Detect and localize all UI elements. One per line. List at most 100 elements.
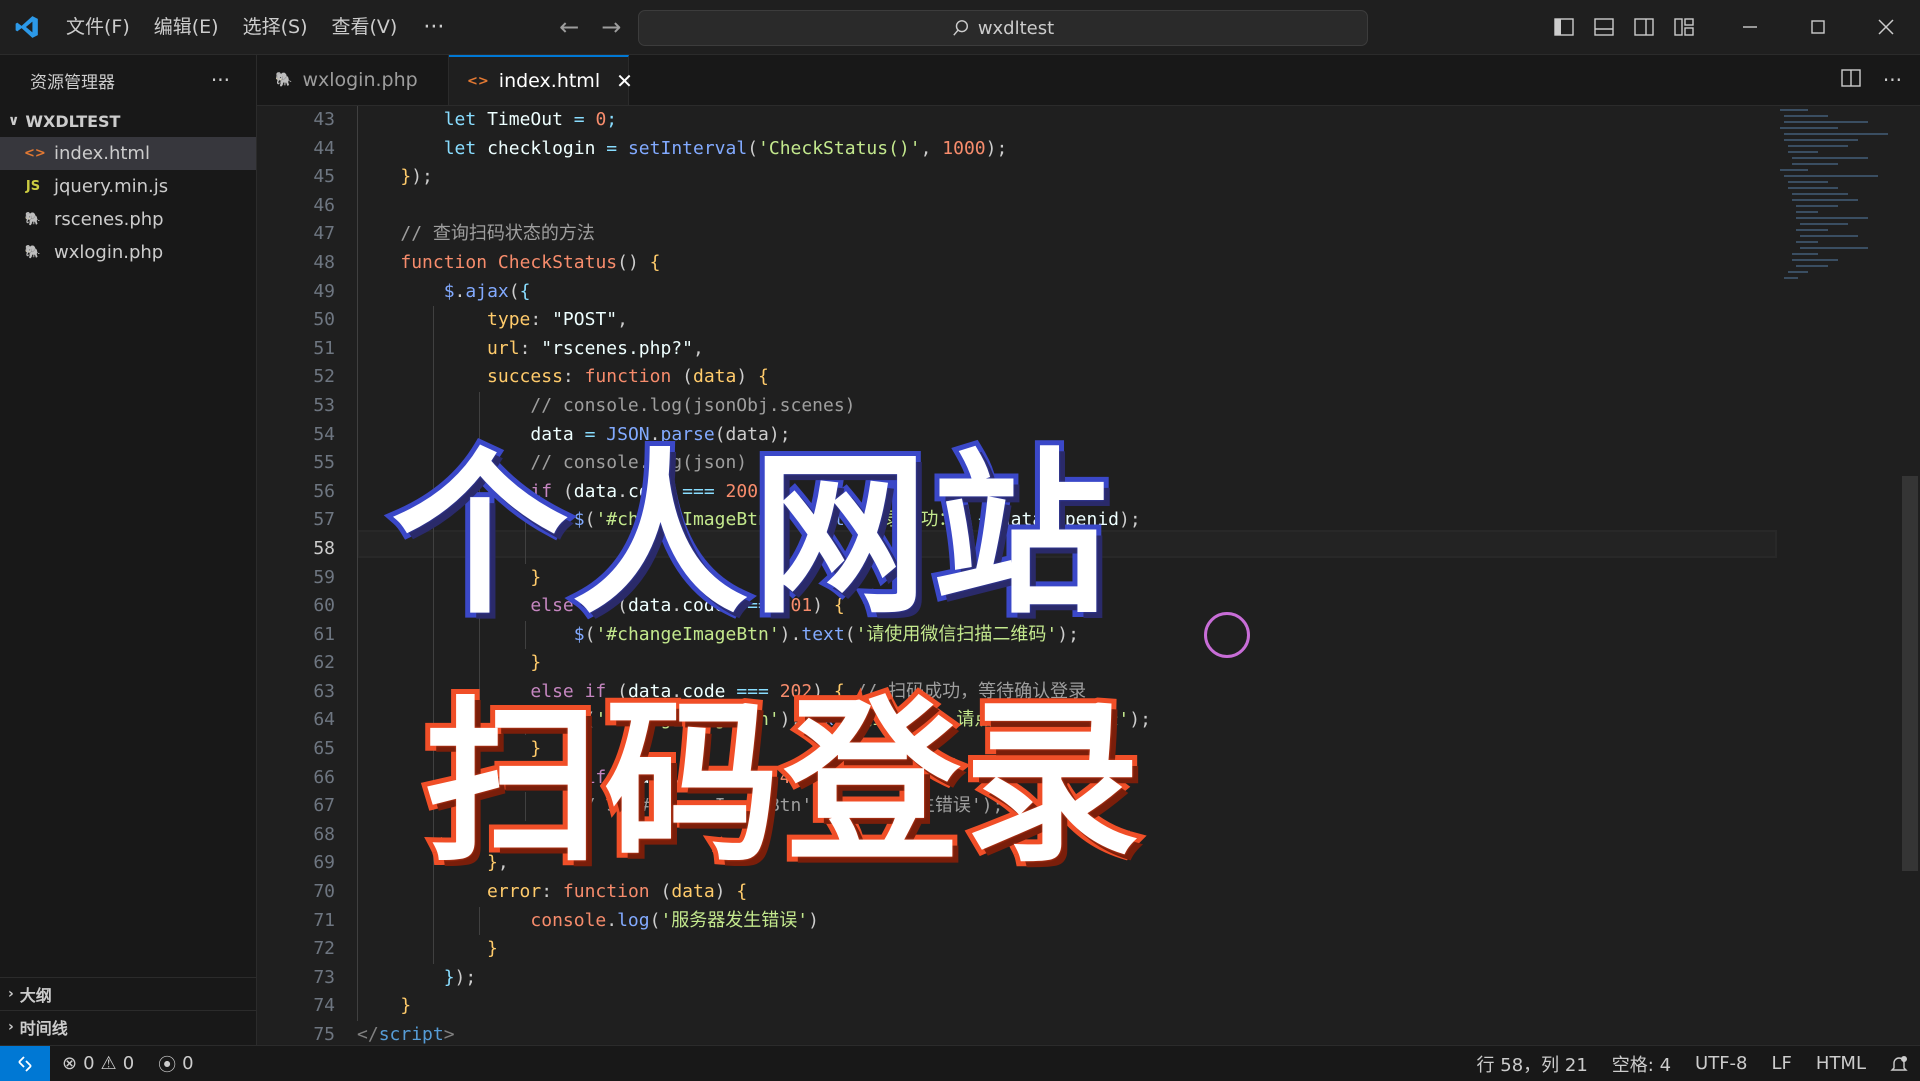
tab-label: index.html [498, 70, 601, 92]
menu-view[interactable]: 查看(V) [320, 0, 410, 54]
line-number: 51 [313, 337, 335, 359]
line-number: 71 [313, 909, 335, 931]
line-number: 56 [313, 480, 335, 502]
menu-selection[interactable]: 选择(S) [231, 0, 320, 54]
chevron-right-icon: › [8, 1018, 14, 1035]
line-number: 68 [313, 823, 335, 845]
warning-count: 0 [122, 1053, 135, 1074]
indentation[interactable]: 空格: 4 [1600, 1046, 1683, 1081]
toggle-secondary-sidebar-icon[interactable] [1624, 0, 1664, 54]
file-item-wxlogin-php[interactable]: 🐘 wxlogin.php [0, 236, 256, 269]
line-number: 49 [313, 280, 335, 302]
file-label: wxlogin.php [54, 242, 164, 263]
file-label: jquery.min.js [54, 176, 169, 197]
html-icon: <> [467, 73, 489, 89]
tab-wxlogin-php[interactable]: 🐘 wxlogin.php [257, 55, 449, 105]
remote-indicator-icon[interactable] [0, 1046, 50, 1081]
line-number: 62 [313, 652, 335, 674]
explorer-header: 资源管理器 ··· [0, 55, 256, 105]
php-icon: 🐘 [275, 72, 293, 88]
ports-indicator[interactable]: ⦿ 0 [146, 1046, 205, 1081]
minimize-icon[interactable] [1716, 0, 1784, 54]
line-number: 60 [313, 595, 335, 617]
line-number: 75 [313, 1024, 335, 1044]
line-number: 66 [313, 766, 335, 788]
line-number: 45 [313, 166, 335, 188]
line-number: 47 [313, 223, 335, 245]
cursor-position[interactable]: 行 58，列 21 [1465, 1046, 1600, 1081]
forward-arrow-icon[interactable]: → [590, 13, 632, 41]
tab-label: wxlogin.php [302, 69, 418, 91]
end-of-line[interactable]: LF [1760, 1046, 1804, 1081]
line-number: 58 [313, 537, 335, 559]
toggle-panel-icon[interactable] [1584, 0, 1624, 54]
editor-more-icon[interactable]: ··· [1883, 68, 1902, 92]
outline-label: 大纲 [19, 985, 52, 1005]
file-label: index.html [54, 143, 150, 164]
line-number: 52 [313, 366, 335, 388]
line-number: 50 [313, 309, 335, 331]
php-icon: 🐘 [24, 212, 42, 227]
outline-section[interactable]: › 大纲 [0, 977, 256, 1009]
code-editor[interactable]: 43 44 45 46 47 48 49 50 51 52 53 54 55 56 57 58 59 60 61 62… [257, 106, 1920, 1044]
file-label: rscenes.php [54, 209, 164, 230]
search-icon [953, 20, 968, 36]
back-arrow-icon[interactable]: ← [548, 13, 590, 41]
timeline-section[interactable]: › 时间线 [0, 1010, 256, 1042]
line-number: 46 [313, 194, 335, 216]
line-number: 55 [313, 452, 335, 474]
minimap[interactable] [1778, 106, 1898, 306]
menu-file[interactable]: 文件(F) [54, 0, 142, 54]
explorer-title: 资源管理器 [30, 72, 115, 93]
line-number: 48 [313, 251, 335, 273]
php-icon: 🐘 [24, 245, 42, 260]
chevron-right-icon: › [8, 985, 14, 1002]
line-number: 65 [313, 738, 335, 760]
file-item-rscenes-php[interactable]: 🐘 rscenes.php [0, 203, 256, 236]
menu-more-button[interactable]: ··· [409, 15, 458, 40]
line-number: 53 [313, 394, 335, 416]
tab-index-html[interactable]: <> index.html ✕ [449, 55, 633, 105]
explorer-more-button[interactable]: ··· [211, 68, 230, 92]
language-mode[interactable]: HTML [1804, 1046, 1878, 1081]
js-icon: JS [25, 179, 41, 194]
timeline-label: 时间线 [19, 1018, 68, 1038]
workspace-name: wxdltest [977, 17, 1055, 39]
error-icon: ⊗ [62, 1053, 78, 1074]
file-item-index-html[interactable]: <> index.html [0, 137, 256, 170]
line-number: 70 [313, 881, 335, 903]
notifications-bell-icon[interactable] [1878, 1046, 1920, 1081]
chevron-down-icon: ∨ [8, 113, 20, 129]
line-number: 59 [313, 566, 335, 588]
ports-count: 0 [182, 1053, 194, 1074]
error-count: 0 [83, 1053, 95, 1074]
line-number: 61 [313, 623, 335, 645]
line-number: 72 [313, 938, 335, 960]
toggle-primary-sidebar-icon[interactable] [1544, 0, 1584, 54]
command-center-search[interactable]: wxdltest [638, 10, 1368, 46]
line-number: 43 [313, 109, 335, 130]
broadcast-icon: ⦿ [158, 1054, 177, 1076]
line-number: 73 [313, 966, 335, 988]
customize-layout-icon[interactable] [1664, 0, 1704, 54]
workspace-folder[interactable]: ∨ WXDLTEST [0, 105, 256, 137]
code-content[interactable]: let TimeOut = 0; let checklogin = setInt… [357, 106, 1757, 1044]
scrollbar-thumb[interactable] [1902, 476, 1918, 871]
line-number: 67 [313, 795, 335, 817]
folder-label: WXDLTEST [25, 111, 121, 131]
problems-indicator[interactable]: ⊗ 0 ⚠ 0 [50, 1046, 146, 1081]
warning-icon: ⚠ [100, 1053, 117, 1074]
close-window-icon[interactable] [1852, 0, 1920, 54]
menu-edit[interactable]: 编辑(E) [142, 0, 231, 54]
maximize-icon[interactable] [1784, 0, 1852, 54]
line-number-gutter: 43 44 45 46 47 48 49 50 51 52 53 54 55 56 57 58 59 60 61 62… [257, 106, 335, 1044]
split-editor-icon[interactable] [1841, 69, 1861, 91]
html-icon: <> [24, 146, 46, 161]
line-number: 69 [313, 852, 335, 874]
line-number: 54 [313, 423, 335, 445]
file-item-jquery-js[interactable]: JS jquery.min.js [0, 170, 256, 203]
line-number: 63 [313, 680, 335, 702]
close-tab-icon[interactable]: ✕ [616, 69, 633, 93]
encoding[interactable]: UTF-8 [1683, 1046, 1759, 1081]
vertical-scrollbar[interactable] [1900, 106, 1920, 1044]
